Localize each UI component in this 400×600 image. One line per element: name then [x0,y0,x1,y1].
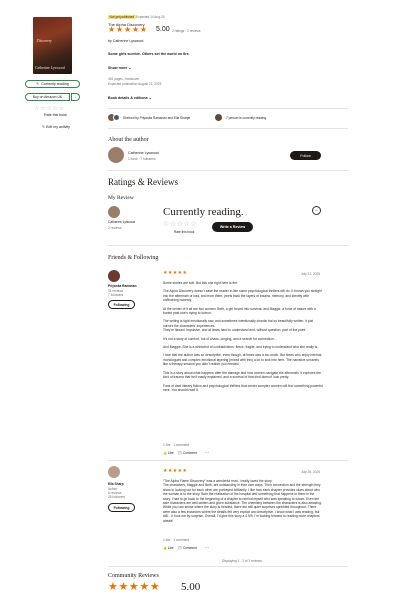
pencil-icon: ✎ [36,82,40,86]
comment-button[interactable]: 💬 Comment [178,546,197,550]
my-rate-stars[interactable]: ☆☆☆☆☆ [163,220,197,228]
buy-label: Buy on Amazon UK [32,95,63,99]
shelved-by-text[interactable]: Shelved by Priyanka Ramanan and Ella Sha… [123,116,190,120]
ellipsis-icon: ⋯ [314,207,319,213]
review-likes[interactable]: 1 like · 1 comment [163,538,189,542]
review-stars: ★★★★★ [163,468,188,474]
write-review-button[interactable]: Write a Review [212,222,253,232]
show-more-link[interactable]: Show more ⌄ [108,66,131,71]
review-paragraph: And Maggie. She is a whirlwind of contra… [163,345,319,350]
buy-button-group: Buy on Amazon UK ⌄ [25,93,80,101]
comment-button[interactable]: 💬 Comment [178,451,197,455]
divider [108,566,348,567]
community-stars: ★★★★★ [108,581,161,593]
review-paragraph: They’re flawed, impulsive, and at times … [163,328,307,333]
reviewer-meta: 25 followers [108,495,126,499]
divider [108,460,348,461]
review-date[interactable]: July 21, 2025 [301,272,320,276]
review-likes[interactable]: 1 like · 1 comment [163,443,189,447]
divider [108,245,348,246]
about-author-heading: About the author [108,137,149,143]
more-icon[interactable]: ⋯ [205,450,209,455]
review-paragraph: Fans of dark literary fiction and psycho… [163,383,323,392]
my-name[interactable]: Catherine Lyswood [108,220,135,224]
author-avatar[interactable] [108,147,124,163]
divider [108,128,348,129]
review-date[interactable]: July 26, 2025 [301,470,320,474]
my-review-heading: My Review [108,195,134,201]
rate-book-label: Rate this book [44,113,67,117]
follow-button[interactable]: Follow [290,151,321,160]
review-paragraph: It’s not a story of comfort, but of chao… [163,336,278,341]
review-paragraph: At the center of it all are two women: B… [163,306,316,316]
review-stars: ★★★★★ [163,270,188,276]
cover-author: Catherine Lyswood [35,66,65,70]
chevron-down-icon: ⌄ [74,95,77,99]
community-rating: 5.00 [181,581,201,593]
currently-reading-count[interactable]: 7 person is currently reading [226,116,266,120]
friends-heading: Friends & Following [108,255,159,261]
author-name[interactable]: Catherine Lyswood [128,151,159,155]
more-options-button[interactable]: ⋯ [312,206,321,215]
reading-status: Currently reading. [163,206,244,218]
review-paragraph: The Alpha Discovery doesn’t ease the rea… [163,289,322,303]
review-body: “The Alpha Flame Discovery” was a wonder… [163,479,323,523]
rate-stars[interactable]: ☆☆☆☆☆ [34,105,65,112]
edit-activity-link[interactable]: ✎ Edit my activity [42,125,70,130]
cover-title: Discovery [37,39,52,43]
following-button[interactable]: Following [108,300,135,309]
ratings-heading: Ratings & Reviews [108,177,178,187]
currently-reading-label: Currently reading [41,82,69,86]
buy-dropdown-button[interactable]: ⌄ [71,93,80,101]
divider [108,108,348,109]
community-heading: Community Reviews [108,573,159,579]
reviewer-avatar[interactable] [108,466,120,478]
review-paragraph: The characters, Maggie and Beth, are out… [163,483,322,523]
currently-reading-button[interactable]: ✎ Currently reading [25,80,80,88]
book-cover[interactable]: Discovery Catherine Lyswood [33,17,72,74]
my-avatar[interactable] [108,206,120,218]
publication-info: Expected publication August 21, 2025 [108,82,162,86]
reviewer-name[interactable]: Priyanka Ramanan [108,284,137,288]
chevron-down-icon: ⌄ [147,96,152,100]
author-line[interactable]: by Catherine Lyswood [108,39,143,44]
divider [108,170,348,171]
rating-stars: ★★★★★ [108,25,148,34]
friend-avatar[interactable] [215,114,222,121]
reviewer-avatar[interactable] [108,270,120,282]
book-details-link[interactable]: Book details & editions ⌄ [108,96,152,101]
chevron-down-icon: ⌄ [127,66,132,70]
author-meta: 1 book · 7 followers [128,157,156,161]
pages-info: 416 pages, Hardcover [108,77,140,81]
following-button[interactable]: Following [108,503,135,512]
rating-meta[interactable]: 2 ratings · 2 reviews [172,29,201,33]
friend-avatar[interactable] [113,114,120,121]
buy-amazon-button[interactable]: Buy on Amazon UK [25,93,70,101]
displaying-count: Displaying 1 - 2 of 2 reviews [222,559,262,563]
like-button[interactable]: 👍 Like [163,451,174,455]
review-paragraph: The writing is tight emotionally raw, an… [163,319,314,328]
reviewer-meta: 7 followers [108,293,124,297]
more-icon[interactable]: ⋯ [205,545,209,550]
rating-value: 5.00 [156,26,170,33]
review-paragraph: Some stories are soft. But this one righ… [163,281,238,285]
expected-date: Expected 14 Aug 25 [136,15,165,19]
not-published-badge: Not yet published [108,15,136,20]
review-body: Some stories are soft. But this one righ… [163,281,323,396]
like-button[interactable]: 👍 Like [163,546,174,550]
review-paragraph: I love that the author was so descriptiv… [163,353,322,367]
my-meta: 2 reviews [108,226,122,230]
reviewer-name[interactable]: Ella Sharp [108,482,124,486]
review-paragraph: This is a story about what happens after… [163,370,321,380]
rate-book-label: Rate this book [174,230,195,234]
book-tagline: Some girls survive. Others set the world… [108,52,190,56]
